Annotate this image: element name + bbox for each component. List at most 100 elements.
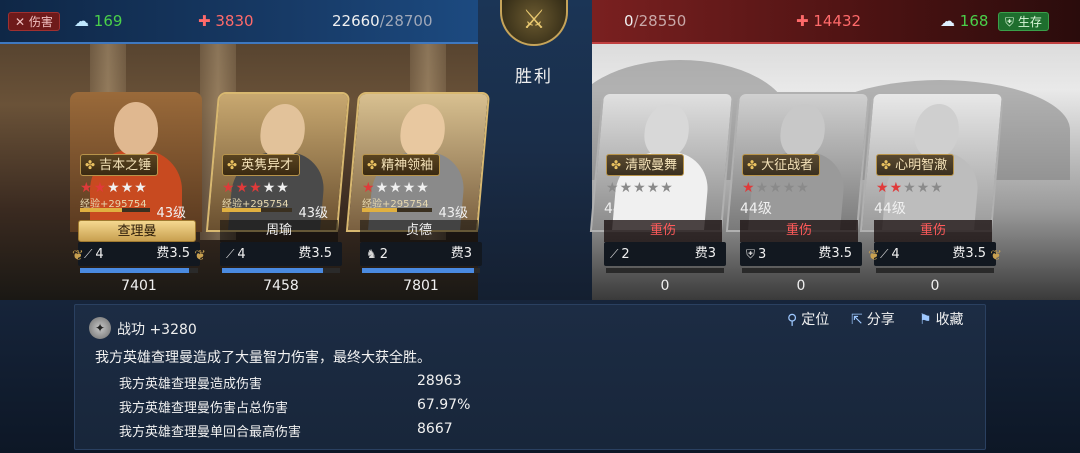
favorite-button[interactable]: ⚑ 收藏 [919,309,964,329]
hp-bar [876,268,994,273]
merit-icon: ✦ [89,317,111,339]
spear-icon: ⟋ [84,247,93,261]
exp-bar-fill [80,208,122,212]
star-icon: ★ [742,180,756,196]
skill-tag[interactable]: ✤ 英隽异才 [222,154,301,176]
star-icon: ★ [916,180,931,196]
hero-level: 44级 [874,201,906,217]
shield-icon: ⛨ [746,247,756,261]
hero-name: 查理曼 [78,220,196,242]
skill-tag[interactable]: ✤ 清歌曼舞 [606,154,685,176]
enemy-hero-card[interactable]: ✤ 心明智澈 ★★★★★ 44级 重伤 ❦ ❦ ⟋ 4 费3.5 0 [859,92,1005,294]
hero-level: 43级 [298,206,328,221]
star-icon: ★ [889,180,904,196]
hp-bar [222,268,340,273]
spear-icon: ⟋ [610,247,619,261]
hero-stat-row: ⟋ 2 费3 [604,242,726,266]
enemy-hero-card[interactable]: ✤ 清歌曼舞 ★★★★★ 44级 重伤 ⟋ 2 费3 0 [589,92,735,294]
medical-cross-icon: ✚ [796,12,809,30]
fleur-icon: ✤ [881,158,892,172]
skill-tag[interactable]: ✤ 大征战者 [742,154,821,176]
battle-result: 胜利 [515,67,553,87]
star-icon: ★ [903,180,917,196]
hero-name: 周瑜 [220,220,338,242]
hero-level: 43级 [438,206,468,221]
star-icon: ★ [276,180,290,196]
hero-level: 44级 [740,201,772,217]
enemy-power-value: 14432 [813,12,862,30]
hero-level: 44级 [604,201,636,217]
hero-stat-row: ❦ ❦ ⟋ 4 费3.5 [868,242,1002,266]
locate-label: 定位 [801,312,830,328]
share-icon: ⇱ [851,312,863,328]
hero-cost: 费3.5 [156,246,190,261]
troop-total: 22660/28700 [332,12,433,30]
hero-troops: 7401 [121,278,157,294]
speed-stat: ☁ 169 [74,12,122,30]
skill-tag[interactable]: ✤ 心明智澈 [876,154,955,176]
damage-badge[interactable]: ✕ 伤害 [8,12,60,31]
star-icon: ★ [362,180,376,196]
cavalry-icon: ♞ [366,247,377,261]
hero-status: 重伤 [740,220,858,242]
star-icon: ★ [755,180,770,196]
hero-level: 43级 [156,206,186,221]
ally-hero-card[interactable]: ✤ 吉本之锤 ★★★★★ 经验+295754 43级 查理曼 ❦ ❦ ⟋ 4 费3.5 7401 [70,92,206,294]
hp-bar-fill [362,268,475,273]
ally-hero-card[interactable]: ✤ 精神领袖 ★★★★★ 经验+295754 43级 贞德 ♞ 2 费3 7801 [345,92,491,294]
hero-stat-row: ♞ 2 费3 [360,242,482,266]
favorite-label: 收藏 [935,312,964,328]
alive-badge[interactable]: ⛨ 生存 [998,12,1049,31]
metric-value: 67.97% [417,397,471,413]
hero-cost: 费3 [694,246,716,261]
fleur-icon: ✤ [85,158,96,172]
enemy-speed-stat: ☁ 168 [940,12,988,30]
skill-tag[interactable]: ✤ 吉本之锤 [80,154,159,176]
hp-bar [606,268,724,273]
star-icon: ★ [402,180,417,196]
shield-icon: ⛨ [1005,15,1015,29]
portrait-head [114,102,158,156]
skill-name: 心明智澈 [895,158,948,173]
skill-name: 精神领袖 [381,158,434,173]
hero-status: 重伤 [604,220,722,242]
hero-name: 贞德 [360,220,478,242]
enemy-troops-max: /28550 [633,12,687,30]
spear-icon: ⟋ [226,247,235,261]
star-icon: ★ [107,180,121,196]
alive-badge-label: 生存 [1017,15,1042,29]
battle-report-panel: ✦ 战功 +3280 ⚲ 定位 ⇱ 分享 ⚑ 收藏 我方英雄查理曼造成了大量智力伤害，… [74,304,986,450]
unit-count: 2 [621,247,630,262]
speed-icon: ☁ [940,12,955,30]
hero-cost: 费3.5 [298,246,332,261]
ally-hero-card[interactable]: ✤ 英隽异才 ★★★★★ 经验+295754 43级 周瑜 ⟋ 4 费3.5 7458 [205,92,351,294]
troops-current: 22660 [332,12,380,30]
exp-bar-fill [362,208,397,212]
hero-troops: 7458 [263,278,299,294]
metric-value: 8667 [417,421,453,437]
star-icon: ★ [646,180,661,196]
enemy-hero-card[interactable]: ✤ 大征战者 ★★★★★ 44级 重伤 ⛨ 3 费3.5 0 [725,92,871,294]
power-stat: ✚ 3830 [198,12,254,30]
star-icon: ★ [930,180,944,196]
hero-troops: 0 [796,278,806,294]
star-icon: ★ [249,180,263,196]
star-icon: ★ [222,180,236,196]
skill-name: 大征战者 [761,158,814,173]
skill-tag[interactable]: ✤ 精神领袖 [362,154,441,176]
bookmark-icon: ⚑ [919,312,932,328]
star-icon: ★ [416,180,430,196]
share-button[interactable]: ⇱ 分享 [851,309,895,329]
star-icon: ★ [375,180,390,196]
hero-troops: 0 [660,278,670,294]
hero-troops: 7801 [403,278,439,294]
locate-button[interactable]: ⚲ 定位 [787,309,829,329]
hero-cost: 费3 [450,246,472,261]
star-icon: ★ [660,180,674,196]
star-icon: ★ [606,180,620,196]
hero-stat-row: ⛨ 3 费3.5 [740,242,862,266]
laurel-icon: ❦ [72,248,84,264]
fleur-icon: ✤ [747,158,758,172]
share-label: 分享 [866,312,895,328]
ally-stats-bar: ✕ 伤害 ☁ 169 ✚ 3830 22660/28700 [0,0,478,44]
